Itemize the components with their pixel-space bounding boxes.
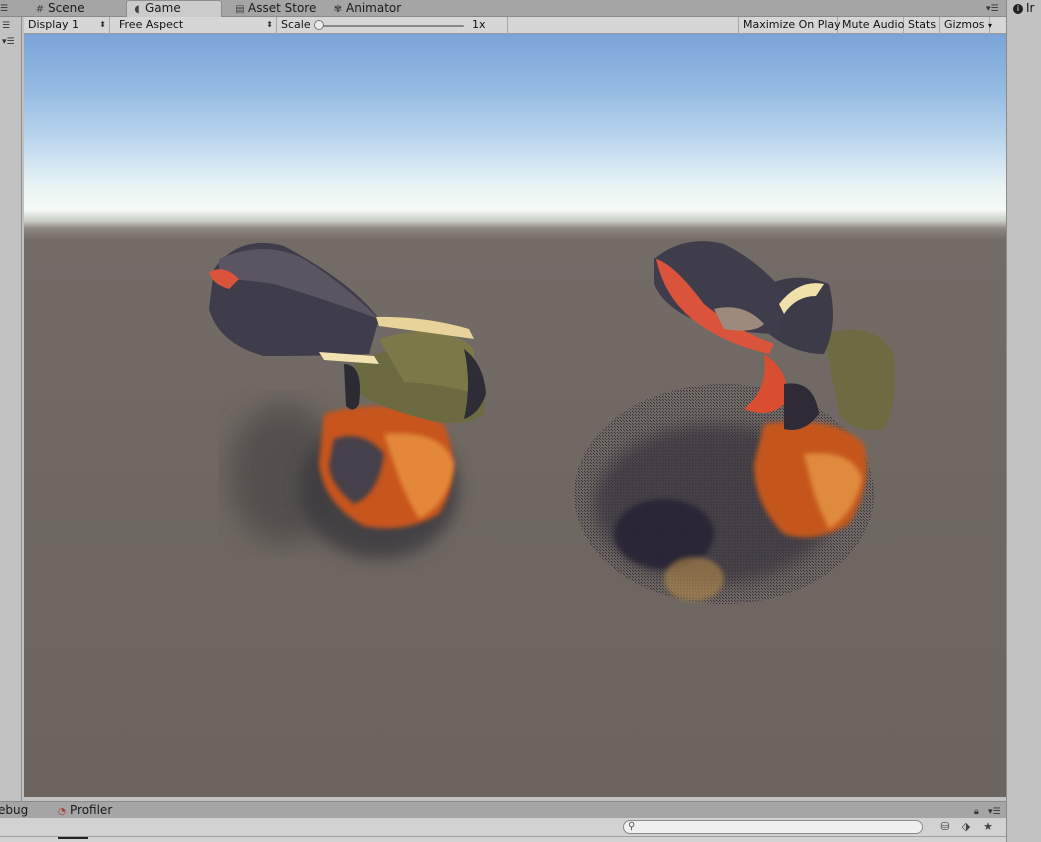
gizmos-toggle[interactable]: Gizmos bbox=[940, 17, 990, 34]
tab-inspector[interactable]: i Ir bbox=[1013, 1, 1041, 17]
unity-editor-window: ☰ # Scene ◖ Game ▤ Asset Store ✾ Animator ▾☰… bbox=[0, 0, 1041, 842]
maximize-on-play-toggle[interactable]: Maximize On Play bbox=[738, 17, 841, 34]
divider bbox=[0, 836, 1006, 837]
dropdown-arrows-icon: ⬍ bbox=[266, 20, 273, 29]
panel-menu-icon[interactable]: ▾☰ bbox=[988, 807, 1001, 817]
rendered-scene bbox=[209, 241, 896, 604]
bottom-toolbar: ⚲ ⛁ ⬗ ★ bbox=[0, 818, 1006, 842]
filter-by-type-icon[interactable]: ⛁ bbox=[936, 820, 954, 834]
game-view-toolbar: Display 1 ⬍ Free Aspect ⬍ Scale 1x Maxim… bbox=[24, 17, 1006, 34]
tab-game[interactable]: ◖ Game bbox=[126, 0, 222, 18]
mute-audio-label: Mute Audio bbox=[842, 18, 905, 31]
content-fragment bbox=[58, 837, 88, 842]
aspect-dropdown[interactable]: Free Aspect ⬍ bbox=[115, 17, 277, 34]
tab-animator[interactable]: ✾ Animator bbox=[328, 1, 418, 17]
game-viewport[interactable] bbox=[24, 34, 1006, 797]
tab-animator-label: Animator bbox=[346, 1, 402, 15]
mute-audio-toggle[interactable]: Mute Audio bbox=[838, 17, 904, 34]
tab-debug-label: ebug bbox=[0, 803, 29, 817]
bunny-left bbox=[209, 242, 486, 559]
gizmos-label: Gizmos bbox=[944, 18, 985, 31]
scene-grid-icon: # bbox=[35, 4, 45, 15]
panel-menu-icon[interactable]: ☰ bbox=[0, 4, 18, 16]
tab-profiler-label: Profiler bbox=[70, 803, 113, 817]
tab-scene-label: Scene bbox=[48, 1, 85, 15]
display-dropdown-label: Display 1 bbox=[28, 18, 80, 31]
stats-toggle[interactable]: Stats bbox=[904, 17, 940, 34]
scale-slider-thumb[interactable] bbox=[314, 20, 324, 30]
scale-label-text: Scale bbox=[281, 18, 311, 31]
game-pacman-icon: ◖ bbox=[134, 4, 140, 15]
info-icon: i bbox=[1013, 4, 1023, 14]
chevron-down-icon: ▾ bbox=[988, 21, 993, 30]
tab-options-menu-icon[interactable]: ▾☰ bbox=[986, 4, 1004, 16]
dropdown-arrows-icon: ⬍ bbox=[99, 20, 106, 29]
asset-store-icon: ▤ bbox=[235, 4, 245, 15]
editor-tab-strip: ☰ # Scene ◖ Game ▤ Asset Store ✾ Animator ▾☰ bbox=[0, 0, 1006, 18]
tab-game-label: Game bbox=[145, 1, 181, 15]
bottom-tab-strip: ebug ◔ Profiler 🔒︎ ▾☰ bbox=[0, 801, 1006, 818]
inspector-panel-edge: i Ir bbox=[1006, 0, 1041, 842]
scale-slider-track[interactable] bbox=[318, 25, 464, 27]
bunny-right bbox=[574, 241, 896, 604]
animator-icon: ✾ bbox=[333, 4, 343, 15]
lock-icon[interactable]: 🔒︎ bbox=[974, 807, 979, 817]
aspect-dropdown-label: Free Aspect bbox=[119, 18, 184, 31]
scale-value-text: 1x bbox=[472, 18, 486, 31]
scale-value: 1x bbox=[468, 17, 508, 34]
left-side-panel: ☰ ▾☰ bbox=[0, 17, 22, 801]
tab-debug[interactable]: ebug bbox=[0, 803, 40, 819]
panel-options-icon[interactable]: ▾☰ bbox=[2, 37, 18, 49]
gizmos-dropdown[interactable]: ▾ bbox=[986, 17, 1000, 34]
stats-label: Stats bbox=[908, 18, 937, 31]
tab-inspector-label: Ir bbox=[1026, 1, 1035, 15]
search-input[interactable]: ⚲ bbox=[623, 820, 923, 834]
tab-asset-store[interactable]: ▤ Asset Store bbox=[230, 1, 324, 17]
display-dropdown[interactable]: Display 1 ⬍ bbox=[24, 17, 110, 34]
tab-asset-store-label: Asset Store bbox=[248, 1, 317, 15]
maximize-on-play-label: Maximize On Play bbox=[743, 18, 841, 31]
favorite-star-icon[interactable]: ★ bbox=[979, 820, 997, 834]
tab-profiler[interactable]: ◔ Profiler bbox=[58, 803, 128, 819]
list-icon[interactable]: ☰ bbox=[2, 21, 18, 33]
filter-by-label-icon[interactable]: ⬗ bbox=[957, 820, 975, 834]
tab-scene[interactable]: # Scene bbox=[30, 1, 122, 17]
search-icon: ⚲ bbox=[628, 821, 636, 832]
